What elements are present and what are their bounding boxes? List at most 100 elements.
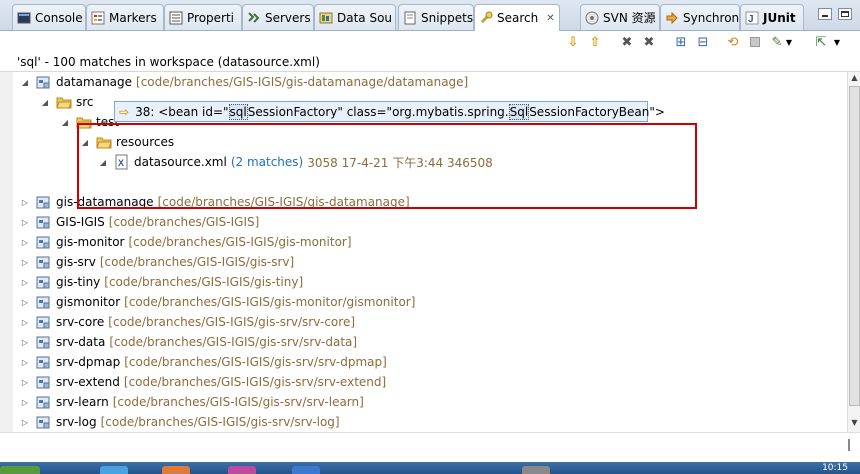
project-name: gis-monitor	[56, 235, 125, 249]
tree-row-src[interactable]: ◢ src	[40, 92, 94, 112]
tab-snippets[interactable]: Snippets	[398, 4, 474, 30]
collapsed-arrow-icon[interactable]: ▷	[20, 197, 30, 207]
match-line-38[interactable]: ⇨ 38: <bean id=" sql SessionFactory" class…	[114, 101, 665, 122]
collapse-all-button[interactable]: ⊟	[694, 33, 712, 51]
view-menu-button[interactable]: ▼	[832, 33, 842, 51]
collapsed-arrow-icon[interactable]: ▷	[20, 397, 30, 407]
tab-servers[interactable]: Servers	[242, 4, 314, 30]
tree-row-project[interactable]: ▷ srv-data [code/branches/GIS-IGIS/gis-srv…	[20, 332, 357, 352]
project-icon	[36, 214, 52, 230]
minimize-button[interactable]	[818, 8, 832, 20]
tree-row-project[interactable]: ▷ gis-datamanage [code/branches/GIS-IGIS/g…	[20, 192, 410, 212]
tree-row-project[interactable]: ▷ gis-tiny [code/branches/GIS-IGIS/gis-tin…	[20, 272, 303, 292]
collapsed-arrow-icon[interactable]: ▷	[20, 417, 30, 427]
collapsed-arrow-icon[interactable]: ▷	[20, 337, 30, 347]
tab-search[interactable]: Search ✕	[474, 4, 560, 31]
scroll-end-icon[interactable]	[848, 439, 858, 451]
project-icon	[36, 194, 52, 210]
tree-row-test[interactable]: ◢ test	[60, 112, 119, 132]
expanded-arrow-icon[interactable]: ◢	[40, 97, 50, 107]
view-tab-bar: Console Markers Properti Servers Data So…	[0, 0, 860, 31]
next-match-button[interactable]: ⇩	[564, 33, 582, 51]
project-icon	[36, 414, 52, 430]
taskbar-app-button[interactable]	[522, 466, 550, 474]
tab-data-source[interactable]: Data Sou	[314, 4, 396, 30]
tree-row-project[interactable]: ▷ gismonitor [code/branches/GIS-IGIS/gis-m…	[20, 292, 415, 312]
os-taskbar: 10:15	[0, 462, 860, 474]
tab-console[interactable]: Console	[12, 4, 86, 30]
tree-row-project[interactable]: ▷ srv-extend [code/branches/GIS-IGIS/gis-s…	[20, 372, 386, 392]
remove-selected-button[interactable]: ✖	[618, 33, 636, 51]
collapsed-arrow-icon[interactable]: ▷	[20, 377, 30, 387]
collapse-all-icon: ⊟	[697, 34, 709, 50]
tab-properties[interactable]: Properti	[164, 4, 242, 30]
project-path: [code/branches/GIS-IGIS/gis-srv]	[99, 255, 295, 269]
console-icon	[17, 11, 31, 25]
tree-row-project[interactable]: ▷ srv-learn [code/branches/GIS-IGIS/gis-sr…	[20, 392, 364, 412]
taskbar-app-button[interactable]	[162, 466, 190, 474]
search-result-tree[interactable]: ◢ datamanage [code/branches/GIS-IGIS/gis…	[13, 72, 847, 432]
tree-row-datamanage[interactable]: ◢ datamanage [code/branches/GIS-IGIS/gis…	[20, 72, 468, 92]
tree-row-project[interactable]: ▷ srv-dpmap [code/branches/GIS-IGIS/gis-sr…	[20, 352, 387, 372]
vertical-scrollbar[interactable]: ▲ ▼	[847, 72, 860, 432]
expanded-arrow-icon[interactable]: ◢	[60, 117, 70, 127]
remove-all-button[interactable]: ✖	[640, 33, 658, 51]
project-icon	[36, 314, 52, 330]
tree-row-project[interactable]: ▷ srv-core [code/branches/GIS-IGIS/gis-srv…	[20, 312, 355, 332]
expanded-arrow-icon[interactable]: ◢	[98, 157, 108, 167]
expand-all-button[interactable]: ⊞	[672, 33, 690, 51]
tree-row-project[interactable]: ▷ gis-monitor [code/branches/GIS-IGIS/gis-…	[20, 232, 352, 252]
refresh-icon: ⟲	[727, 34, 739, 50]
taskbar-app-button[interactable]	[292, 466, 320, 474]
tab-junit[interactable]: J JUnit	[740, 4, 804, 30]
tree-row-project[interactable]: ▷ srv-log [code/branches/GIS-IGIS/gis-srv/…	[20, 412, 340, 432]
project-icon	[36, 254, 52, 270]
scroll-up-icon[interactable]: ▲	[849, 73, 860, 85]
tree-row-project[interactable]: ▷ GIS-IGIS [code/branches/GIS-IGIS]	[20, 212, 259, 232]
remove-icon: ✖	[621, 34, 633, 50]
arrow-down-icon: ⇩	[567, 34, 579, 50]
tree-row-resources[interactable]: ◢ resources	[80, 132, 174, 152]
taskbar-clock: 10:15	[822, 463, 848, 473]
collapsed-arrow-icon[interactable]: ▷	[20, 357, 30, 367]
maximize-button[interactable]	[838, 8, 852, 20]
project-name: srv-data	[56, 335, 106, 349]
stop-icon	[750, 37, 760, 47]
search-history-dropdown[interactable]: ▼	[784, 33, 794, 51]
expand-all-icon: ⊞	[675, 34, 687, 50]
collapsed-arrow-icon[interactable]: ▷	[20, 277, 30, 287]
match-highlight: sql	[228, 103, 248, 120]
project-icon	[36, 394, 52, 410]
expanded-arrow-icon[interactable]: ◢	[20, 77, 30, 87]
tab-markers[interactable]: Markers	[86, 4, 164, 30]
tree-row-datasource-xml[interactable]: ◢ X datasource.xml (2 matches) 3058 17-4…	[98, 152, 493, 172]
folder-icon	[76, 114, 92, 130]
file-name: datasource.xml	[134, 155, 227, 169]
collapsed-arrow-icon[interactable]: ▷	[20, 257, 30, 267]
tab-synchronize[interactable]: Synchron	[660, 4, 740, 30]
collapsed-arrow-icon[interactable]: ▷	[20, 217, 30, 227]
remove-all-icon: ✖	[643, 34, 655, 50]
cancel-search-button[interactable]	[746, 33, 764, 51]
tree-row-project[interactable]: ▷ gis-srv [code/branches/GIS-IGIS/gis-srv]	[20, 252, 294, 272]
horizontal-scrollbar[interactable]	[0, 432, 860, 462]
scroll-down-icon[interactable]: ▼	[849, 418, 860, 430]
pin-view-button[interactable]: ⇱	[812, 33, 830, 51]
project-name: datamanage	[56, 75, 133, 89]
previous-match-button[interactable]: ⇧	[586, 33, 604, 51]
collapsed-arrow-icon[interactable]: ▷	[20, 317, 30, 327]
collapsed-arrow-icon[interactable]: ▷	[20, 297, 30, 307]
search-status-label: 'sql' - 100 matches in workspace (dataso…	[0, 52, 860, 72]
run-search-again-button[interactable]: ⟲	[724, 33, 742, 51]
scroll-thumb[interactable]	[849, 86, 860, 406]
collapsed-arrow-icon[interactable]: ▷	[20, 237, 30, 247]
taskbar-app-button[interactable]	[100, 466, 128, 474]
close-icon[interactable]: ✕	[546, 13, 554, 24]
tab-svn[interactable]: SVN 资源	[580, 4, 660, 30]
svg-text:X: X	[118, 158, 124, 168]
snippets-icon	[403, 11, 417, 25]
match-text-suffix: SessionFactoryBean">	[529, 104, 665, 119]
expanded-arrow-icon[interactable]: ◢	[80, 137, 90, 147]
start-button[interactable]	[0, 466, 40, 474]
taskbar-app-button[interactable]	[228, 466, 256, 474]
